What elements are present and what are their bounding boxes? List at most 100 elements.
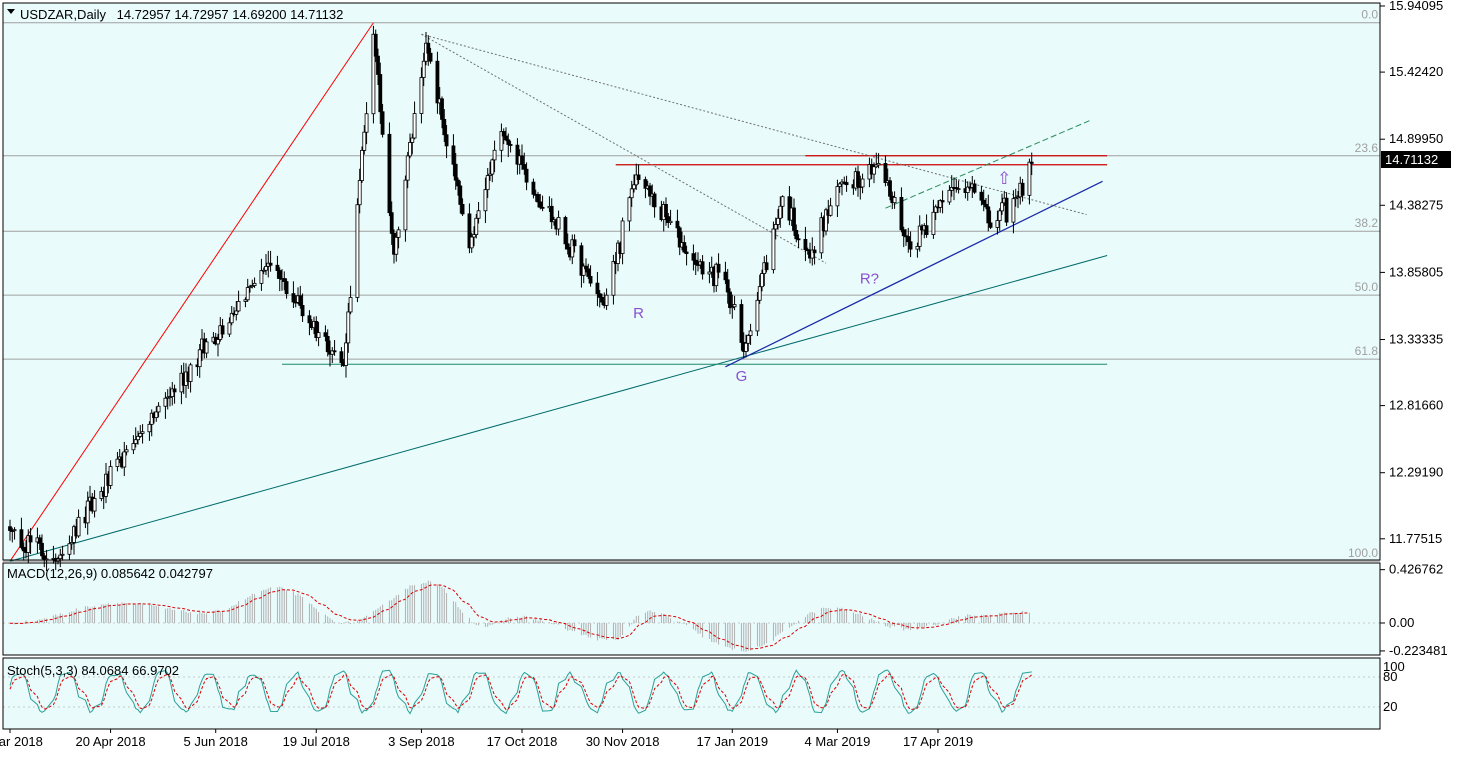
candle-body	[67, 543, 72, 555]
candle-body	[872, 166, 876, 175]
time-tick-label: 17 Jan 2019	[696, 734, 768, 749]
candle-body	[264, 265, 268, 271]
candle-body	[419, 77, 424, 114]
candle-body	[1027, 161, 1032, 196]
candle-body	[188, 364, 193, 382]
candle-body	[597, 293, 602, 298]
candle-body	[442, 118, 447, 136]
candle-body	[723, 271, 728, 281]
candle-body	[778, 205, 783, 219]
price-tick-label: 11.77515	[1389, 531, 1442, 546]
candle-body	[346, 311, 351, 344]
candle-body	[435, 60, 440, 104]
candle-body	[220, 325, 225, 335]
candle-body	[757, 286, 762, 301]
candle-body	[122, 451, 127, 468]
candle-body	[981, 199, 986, 205]
candle-body	[19, 529, 24, 548]
price-tick-label: 15.94095	[1389, 0, 1443, 13]
candle-body	[316, 332, 321, 339]
candle-body	[586, 268, 591, 277]
candle-body	[1011, 198, 1016, 223]
candle-body	[234, 310, 239, 315]
candle-body	[204, 341, 209, 354]
candle-body	[483, 189, 488, 212]
candle-body	[892, 196, 897, 204]
candle-body	[627, 197, 632, 222]
candle-body	[277, 270, 282, 279]
fib-level-label: 38.2	[1355, 216, 1379, 230]
stoch-header: Stoch(5,3,3) 84.0684 66.9702	[7, 663, 179, 678]
candle-body	[744, 342, 748, 352]
time-tick-label: 3 Sep 2018	[388, 734, 455, 749]
candle-body	[332, 350, 337, 353]
stoch-tick-label: 80	[1383, 669, 1397, 684]
price-tick-label: 13.33335	[1389, 332, 1443, 347]
candle-body	[876, 163, 881, 166]
candle-body	[469, 236, 474, 249]
price-tick-label: 14.89950	[1389, 131, 1443, 146]
candle-body	[611, 261, 616, 296]
candle-body	[538, 201, 543, 208]
candle-body	[691, 253, 696, 261]
candle-body	[387, 133, 392, 214]
candle-body	[156, 405, 161, 413]
candle-body	[140, 431, 145, 434]
symbol-label: USDZAR,Daily	[20, 7, 106, 22]
candle-body	[376, 55, 380, 75]
candle-body	[684, 251, 689, 255]
candle-body	[908, 241, 913, 250]
candle-body	[556, 217, 561, 230]
candle-body	[794, 229, 799, 240]
candle-body	[997, 210, 1002, 221]
candle-body	[693, 259, 698, 265]
candle-body	[1000, 202, 1004, 212]
candle-body	[776, 217, 780, 225]
price-tick-label: 14.38275	[1389, 197, 1443, 212]
price-tick-label: 13.85805	[1389, 264, 1443, 279]
candle-body	[259, 270, 264, 284]
candle-body	[115, 458, 120, 467]
candle-body	[85, 500, 90, 524]
candle-body	[474, 217, 479, 235]
fib-level-label: 23.6	[1355, 141, 1379, 155]
candle-body	[92, 498, 97, 512]
time-tick-label: 30 Nov 2018	[586, 734, 660, 749]
price-panel-bg	[3, 3, 1380, 560]
candle-body	[956, 188, 961, 191]
candle-body	[282, 278, 287, 282]
candle-body	[421, 60, 426, 78]
candle-body	[410, 137, 415, 143]
macd-tick-label: 0.00	[1389, 615, 1414, 630]
candle-body	[440, 98, 444, 120]
annotation-label: R?	[860, 271, 879, 288]
candle-body	[1004, 197, 1009, 223]
candle-body	[426, 42, 431, 54]
fib-level-label: 0.0	[1361, 8, 1378, 22]
candle-body	[37, 537, 42, 544]
time-tick-label: 20 Apr 2018	[76, 734, 146, 749]
stoch-panel-bg	[3, 658, 1380, 729]
candle-body	[307, 315, 312, 324]
chart-svg: 0.0 23.6 38.2 50.0 61.8 100.0 15.94095 15.4242…	[0, 0, 1460, 754]
candle-body	[163, 397, 168, 407]
candle-body	[492, 149, 497, 161]
candle-body	[412, 113, 417, 139]
candle-body	[773, 224, 778, 230]
candle-body	[21, 547, 26, 552]
candle-body	[739, 304, 744, 343]
candle-body	[154, 411, 159, 419]
candle-body	[453, 163, 458, 181]
candle-body	[629, 188, 634, 199]
candle-body	[764, 262, 769, 271]
candle-body	[60, 553, 65, 556]
candle-body	[275, 264, 280, 271]
candle-body	[524, 168, 529, 183]
candle-body	[901, 229, 906, 237]
candle-body	[1020, 182, 1025, 196]
candle-body	[947, 189, 952, 203]
candle-body	[490, 159, 495, 175]
time-tick-label: 7 Mar 2018	[0, 734, 43, 749]
candle-body	[325, 336, 330, 353]
candle-body	[584, 265, 588, 270]
